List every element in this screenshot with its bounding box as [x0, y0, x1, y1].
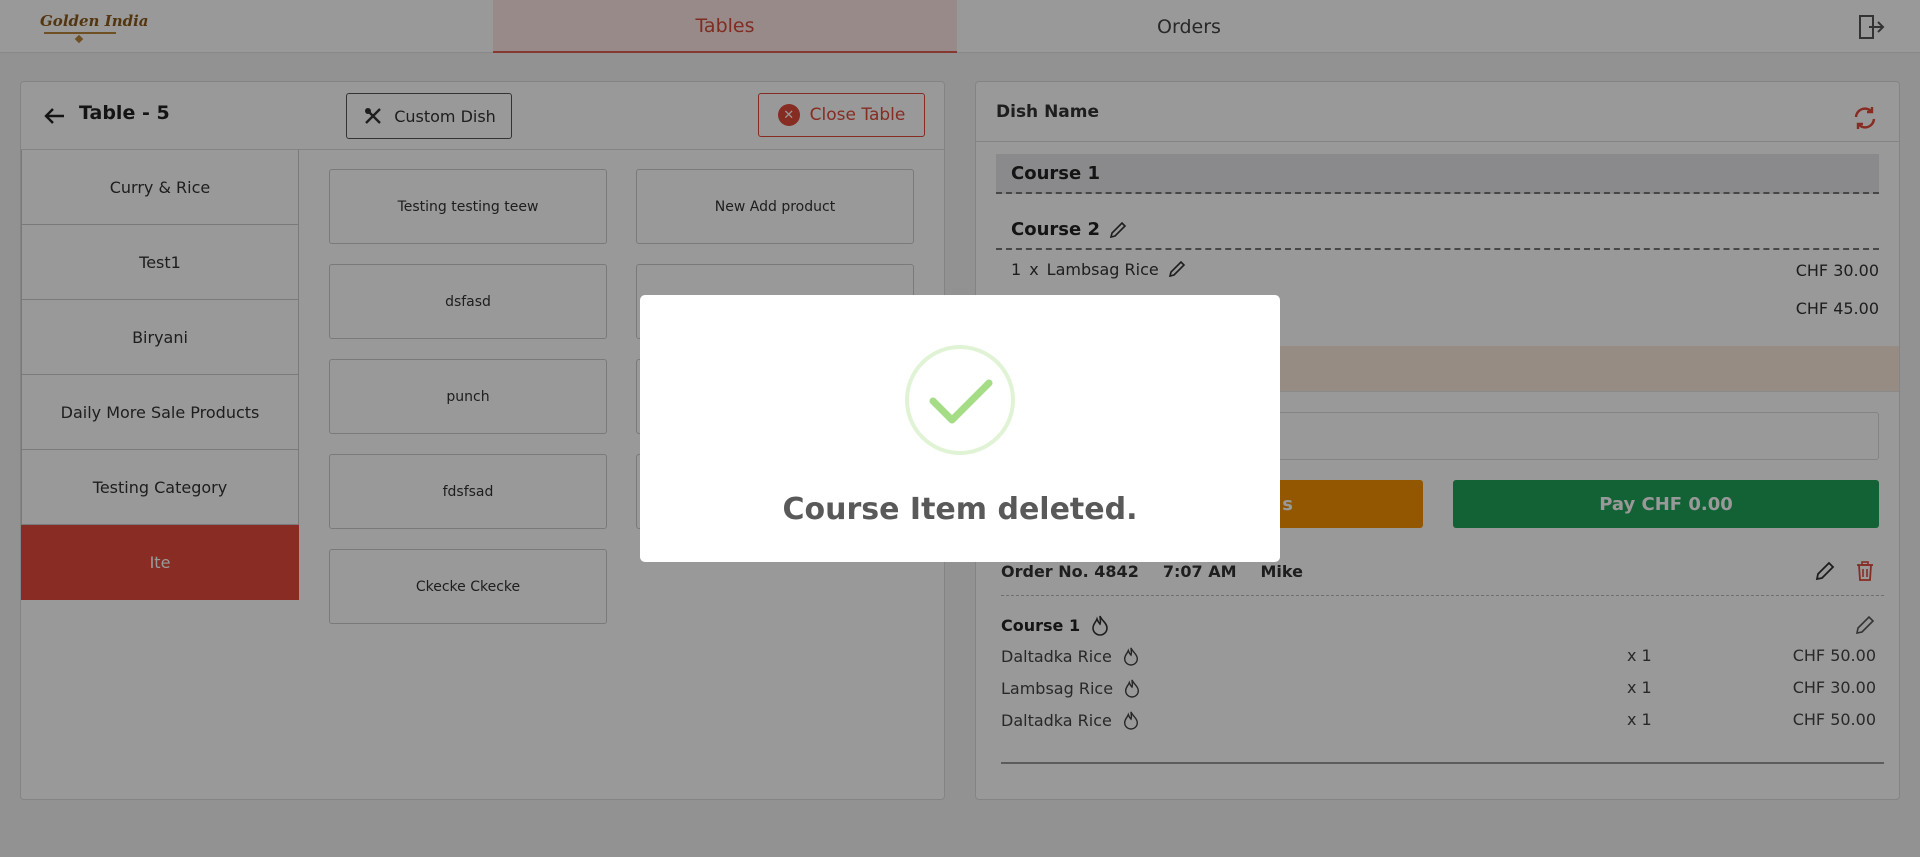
modal-message: Course Item deleted. — [782, 492, 1138, 527]
success-check-icon — [929, 379, 993, 424]
success-modal: Course Item deleted. — [640, 295, 1280, 562]
